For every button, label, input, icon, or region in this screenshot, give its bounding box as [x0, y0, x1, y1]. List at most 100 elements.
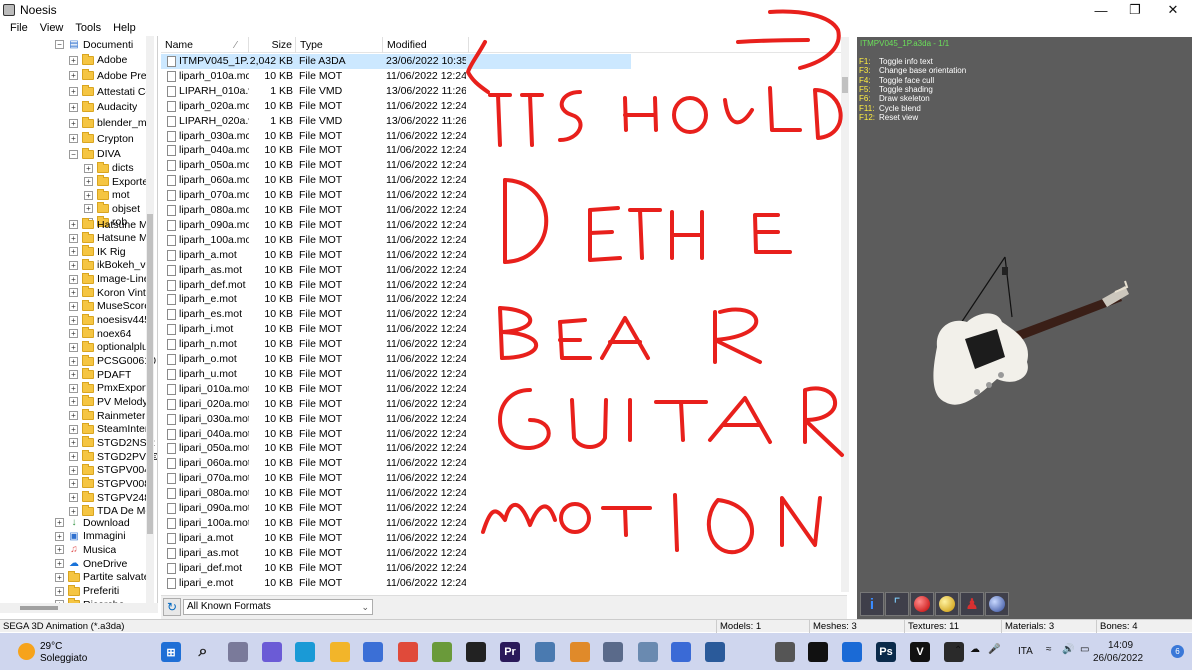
tree-item-folder[interactable]: + STGD2NS0: [69, 436, 155, 449]
expander-icon[interactable]: + [69, 102, 78, 112]
expander-icon[interactable]: + [69, 55, 78, 65]
file-row[interactable]: liparh_020a.mot 10 KB File MOT 11/06/2022 1… [161, 99, 631, 114]
premiere-icon[interactable]: Pr [500, 642, 520, 662]
expander-icon[interactable]: − [69, 149, 78, 159]
file-row[interactable]: LIPARH_020a.v... 1 KB File VMD 13/06/2022 1… [161, 114, 631, 129]
tree-item-folder[interactable]: + PCSG00610 [69, 354, 156, 368]
file-row[interactable]: liparh_o.mot 10 KB File MOT 11/06/2022 12:2… [161, 352, 631, 367]
vegas-icon[interactable]: V [910, 642, 930, 662]
expander-icon[interactable]: + [55, 559, 64, 569]
maximize-button[interactable]: ❐ [1116, 0, 1154, 20]
expander-icon[interactable]: + [69, 329, 78, 339]
file-row[interactable]: lipari_100a.mot 10 KB File MOT 11/06/2022 1… [161, 516, 631, 531]
expander-icon[interactable]: + [69, 452, 78, 462]
preview-viewport[interactable]: ITMPV045_1P.a3da - 1/1 F1: Toggle info te… [857, 37, 1192, 619]
column-size[interactable]: Size [249, 37, 296, 53]
tree-item-folder[interactable]: + Rainmeter [69, 409, 145, 422]
file-row[interactable]: liparh_i.mot 10 KB File MOT 11/06/2022 12:2… [161, 322, 631, 337]
task-view-icon[interactable] [228, 642, 248, 662]
tree-item-library[interactable]: + ☁ OneDrive [55, 557, 127, 570]
search-icon[interactable]: ⌕ [193, 642, 213, 662]
tree-item-folder[interactable]: + noesisv445 [69, 313, 150, 327]
expander-icon[interactable]: + [55, 586, 64, 596]
volume-icon[interactable]: 🔊 [1062, 644, 1074, 655]
expander-icon[interactable]: + [84, 204, 93, 214]
expander-icon[interactable]: − [55, 40, 64, 49]
chat-icon[interactable] [262, 642, 282, 662]
app-icon[interactable] [603, 642, 623, 662]
tree-item-library[interactable]: + ♫ Musica [55, 543, 116, 556]
file-row[interactable]: lipari_def.mot 10 KB File MOT 11/06/2022 12… [161, 561, 631, 576]
file-row[interactable]: lipari_090a.mot 10 KB File MOT 11/06/2022 1… [161, 501, 631, 516]
file-row[interactable]: lipari_040a.mot 10 KB File MOT 11/06/2022 1… [161, 427, 631, 442]
file-row[interactable]: lipari_a.mot 10 KB File MOT 11/06/2022 12:2… [161, 531, 631, 546]
expander-icon[interactable]: + [55, 545, 64, 555]
expander-icon[interactable]: + [69, 506, 78, 516]
expander-icon[interactable]: + [69, 315, 78, 325]
tree-item-diva-child[interactable]: + dicts [84, 161, 134, 175]
tree-item-folder[interactable]: + blender_mr [69, 116, 150, 130]
tree-item-diva-child[interactable]: + Exporte [84, 175, 148, 188]
tree-item-folder[interactable]: + ikBokeh_v0. [69, 258, 154, 272]
file-row[interactable]: liparh_090a.mot 10 KB File MOT 11/06/2022 1… [161, 218, 631, 233]
clock-time[interactable]: 14:09 [1108, 640, 1133, 651]
tree-item-folder[interactable]: − DIVA [69, 147, 121, 161]
tree-item-library[interactable]: + Partite salvate [55, 570, 150, 584]
tree-item-folder[interactable]: + PV Melody [69, 395, 148, 408]
file-row[interactable]: liparh_010a.mot 10 KB File MOT 11/06/2022 1… [161, 69, 631, 84]
app-icon[interactable] [432, 642, 452, 662]
column-modified[interactable]: Modified [383, 37, 469, 53]
tree-item-folder[interactable]: + Adobe [69, 53, 127, 67]
file-row[interactable]: liparh_def.mot 10 KB File MOT 11/06/2022 12… [161, 278, 631, 293]
file-row[interactable]: lipari_as.mot 10 KB File MOT 11/06/2022 12:… [161, 546, 631, 561]
file-row[interactable]: liparh_080a.mot 10 KB File MOT 11/06/2022 1… [161, 203, 631, 218]
file-row[interactable]: lipari_050a.mot 10 KB File MOT 11/06/2022 1… [161, 441, 631, 456]
file-row[interactable]: lipari_030a.mot 10 KB File MOT 11/06/2022 1… [161, 412, 631, 427]
expander-icon[interactable]: + [69, 134, 78, 144]
globe-icon[interactable] [985, 592, 1009, 616]
file-row[interactable]: liparh_n.mot 10 KB File MOT 11/06/2022 12:2… [161, 337, 631, 352]
file-row[interactable]: liparh_a.mot 10 KB File MOT 11/06/2022 12:2… [161, 248, 631, 263]
file-row[interactable]: lipari_010a.mot 10 KB File MOT 11/06/2022 1… [161, 382, 631, 397]
file-list-scrollbar[interactable] [841, 37, 849, 592]
file-row[interactable]: LIPARH_010a.v... 1 KB File VMD 13/06/2022 1… [161, 84, 631, 99]
app-icon[interactable] [466, 642, 486, 662]
file-row[interactable]: lipari_060a.mot 10 KB File MOT 11/06/2022 1… [161, 456, 631, 471]
format-filter-select[interactable]: All Known Formats ⌄ [183, 599, 373, 615]
file-row[interactable]: liparh_060a.mot 10 KB File MOT 11/06/2022 1… [161, 173, 631, 188]
column-name[interactable]: Name ⁄ [161, 37, 249, 53]
axes-icon[interactable]: ⌜ [885, 592, 909, 616]
tree-item-folder[interactable]: + Crypton [69, 132, 134, 145]
tree-item-folder[interactable]: + STGPV248 [69, 491, 150, 504]
battery-icon[interactable]: ▭ [1080, 644, 1089, 655]
photoshop-icon[interactable]: Ps [876, 642, 896, 662]
store-icon[interactable] [363, 642, 383, 662]
expander-icon[interactable]: + [69, 71, 78, 81]
expander-icon[interactable]: + [69, 383, 78, 393]
figure-icon[interactable]: ♟ [960, 592, 984, 616]
app-icon[interactable] [535, 642, 555, 662]
app-icon[interactable] [671, 642, 691, 662]
expander-icon[interactable]: + [69, 87, 78, 97]
start-icon[interactable]: ⊞ [161, 642, 181, 662]
expander-icon[interactable]: + [69, 424, 78, 434]
expander-icon[interactable]: + [69, 274, 78, 284]
refresh-button[interactable]: ↻ [163, 598, 181, 616]
tree-item-folder[interactable]: + MuseScore: [69, 299, 153, 313]
expander-icon[interactable]: + [69, 438, 78, 448]
wifi-icon[interactable]: ≈ [1046, 644, 1052, 655]
tree-item-folder[interactable]: + PDAFT [69, 368, 131, 381]
tree-item-library[interactable]: + Preferiti [55, 584, 119, 598]
tree-item-diva-child[interactable]: + objset [84, 202, 140, 215]
file-row[interactable]: liparh_040a.mot 10 KB File MOT 11/06/2022 1… [161, 143, 631, 158]
tree-item-folder[interactable]: + Koron Vinta [69, 286, 152, 299]
tree-item-folder[interactable]: + SteamInterr [69, 422, 152, 436]
edge-icon[interactable] [295, 642, 315, 662]
fl-studio-icon[interactable] [570, 642, 590, 662]
tree-item-folder[interactable]: + Adobe Prer [69, 69, 150, 82]
minimize-button[interactable]: — [1082, 0, 1120, 20]
notification-badge[interactable]: 6 [1171, 645, 1184, 658]
tree-item-folder[interactable]: + Hatsune Mi [69, 218, 150, 231]
expander-icon[interactable]: + [84, 190, 93, 200]
file-row[interactable]: liparh_050a.mot 10 KB File MOT 11/06/2022 1… [161, 158, 631, 173]
